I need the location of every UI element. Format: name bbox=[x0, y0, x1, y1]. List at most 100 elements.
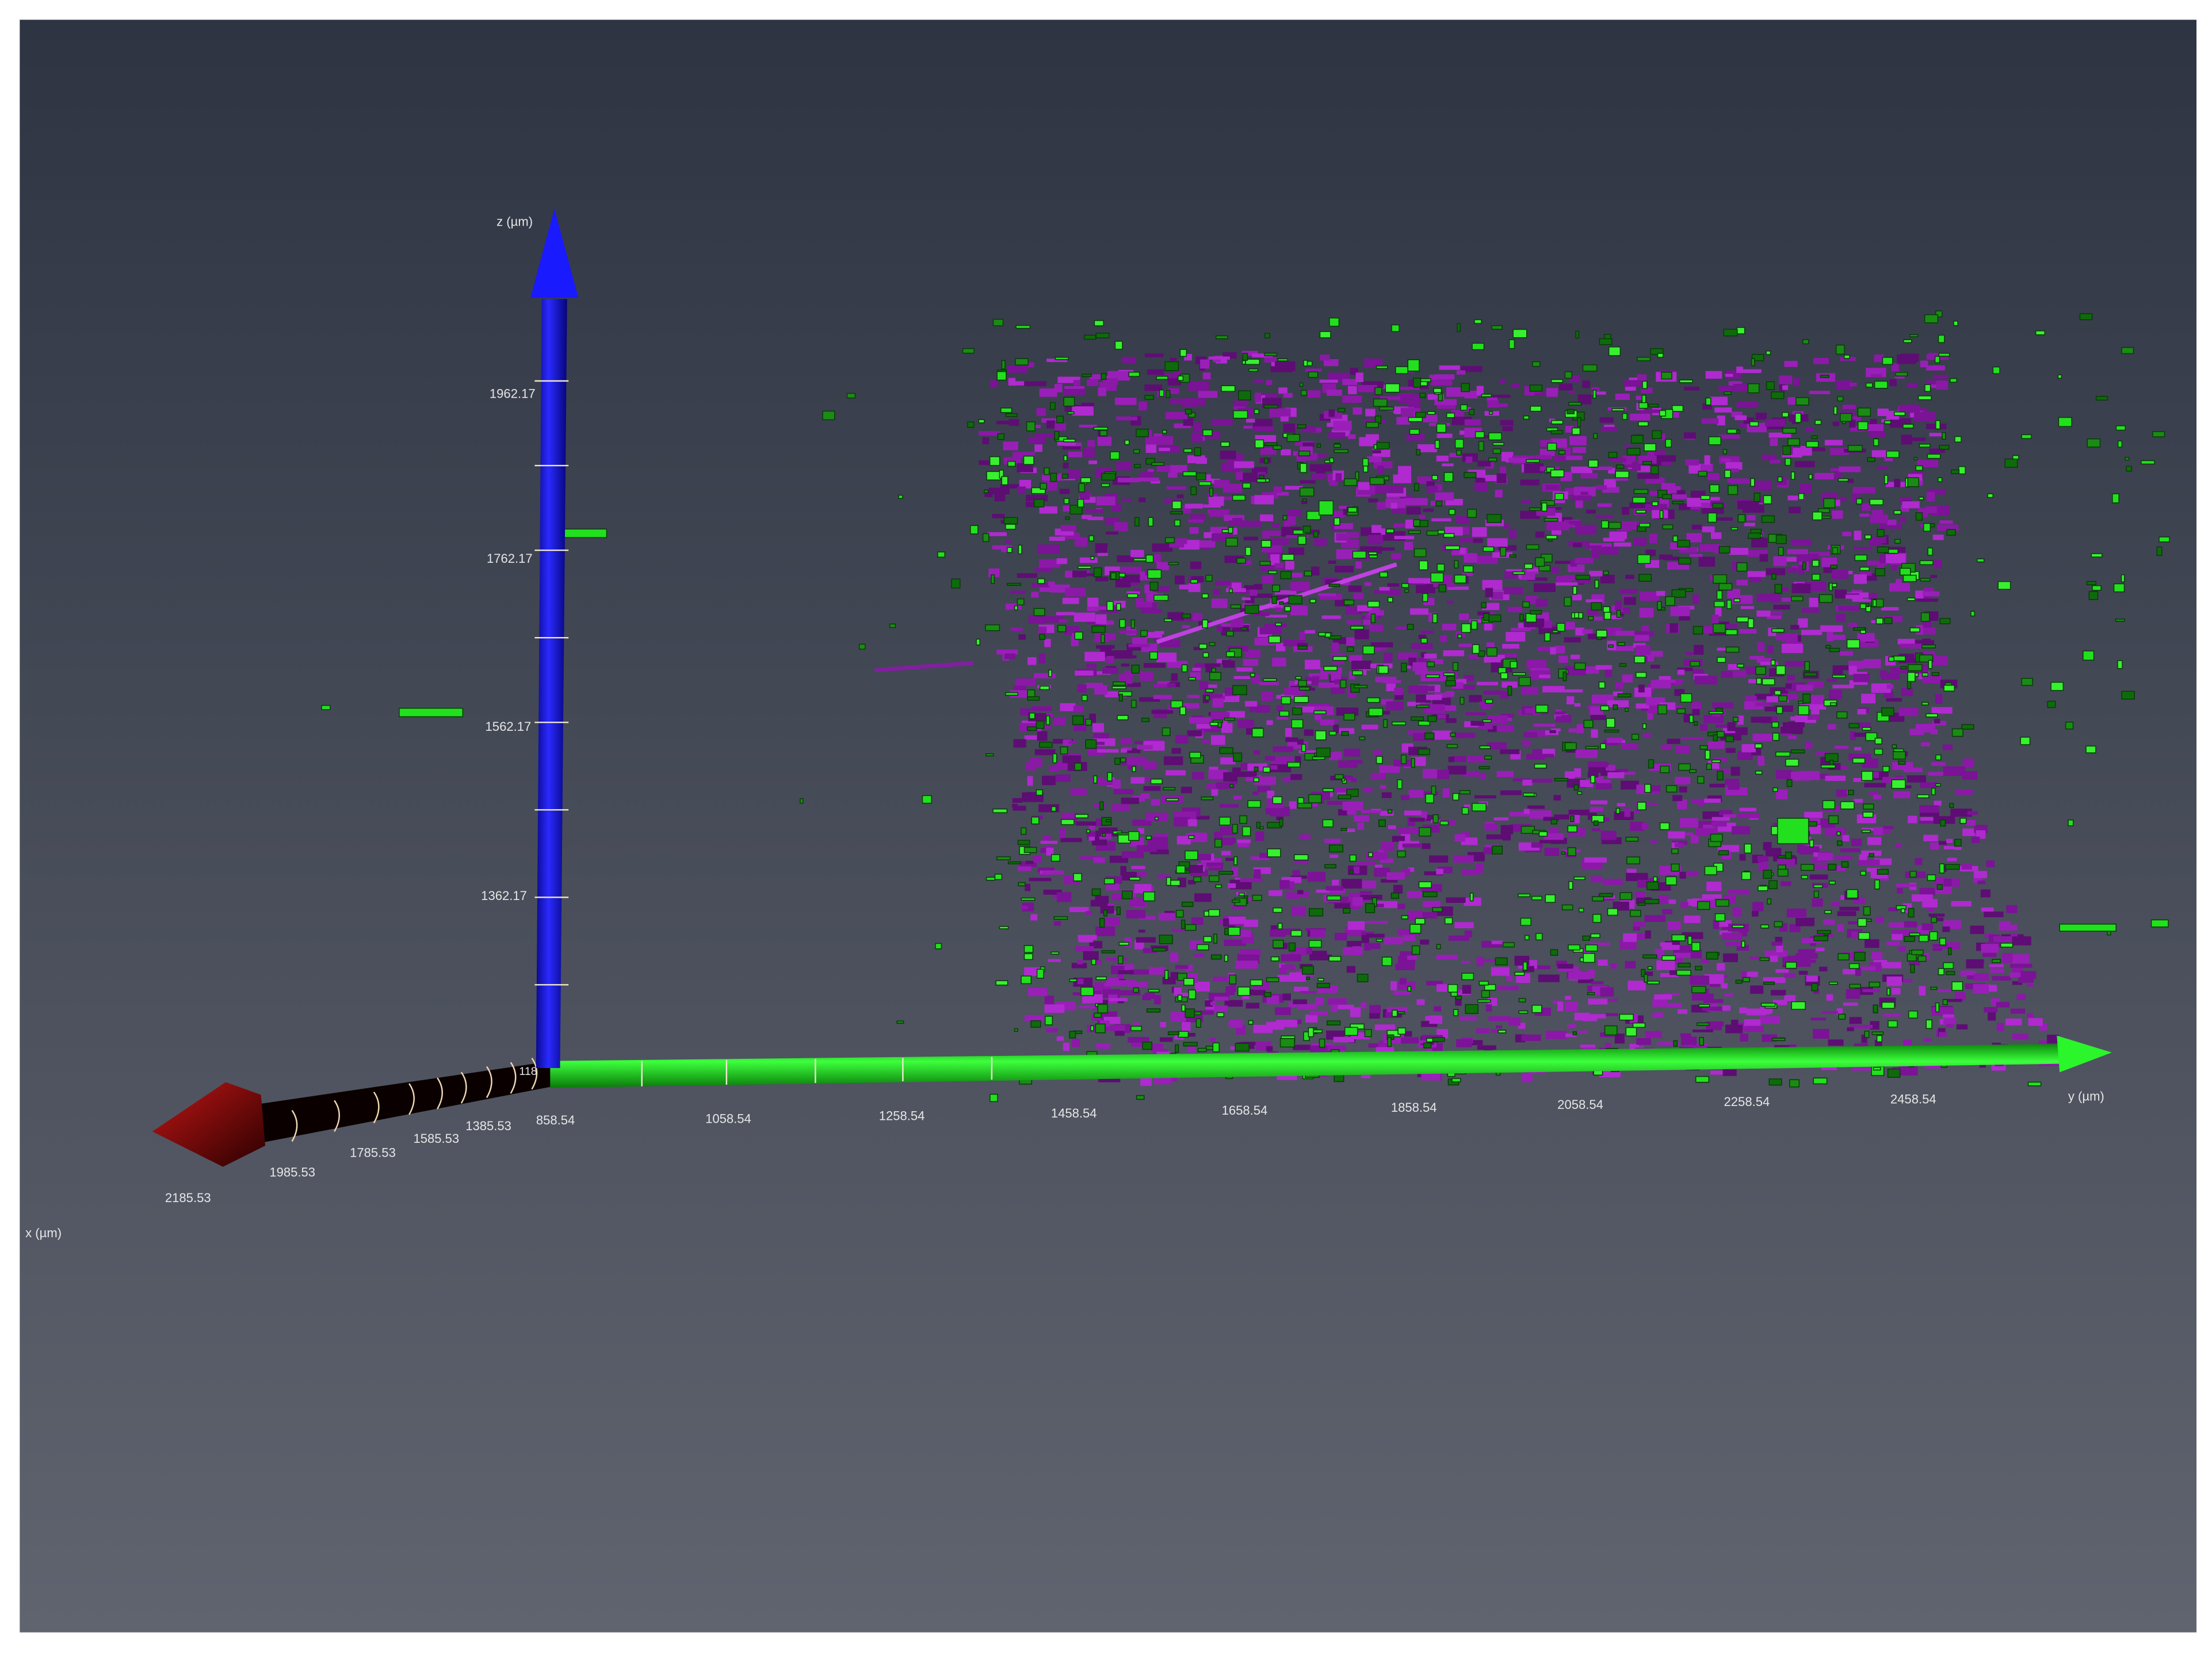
purple-voxel bbox=[1380, 785, 1386, 789]
green-voxel bbox=[1391, 324, 1400, 332]
purple-voxel bbox=[1886, 697, 1902, 702]
purple-voxel bbox=[1737, 751, 1753, 760]
purple-voxel bbox=[1781, 643, 1804, 653]
purple-voxel bbox=[1384, 936, 1403, 945]
green-voxel bbox=[1341, 731, 1349, 736]
purple-voxel bbox=[1277, 975, 1291, 982]
purple-voxel bbox=[2007, 924, 2018, 931]
3d-scene[interactable]: z (µm) y (µm) x (µm) 118 1962.17 1762.17… bbox=[0, 0, 2212, 1652]
green-voxel bbox=[1691, 942, 1701, 951]
purple-voxel bbox=[1893, 791, 1911, 798]
purple-voxel bbox=[1869, 431, 1885, 437]
purple-voxel bbox=[1692, 709, 1700, 716]
purple-voxel bbox=[1365, 943, 1381, 949]
purple-voxel bbox=[1056, 558, 1068, 565]
purple-voxel bbox=[1214, 996, 1229, 1001]
green-voxel bbox=[1352, 670, 1363, 676]
purple-voxel bbox=[1935, 694, 1943, 704]
purple-voxel bbox=[1565, 996, 1571, 1000]
purple-voxel bbox=[1165, 411, 1188, 420]
purple-voxel bbox=[1814, 472, 1834, 480]
purple-voxel bbox=[1956, 1024, 1968, 1029]
green-voxel bbox=[1747, 532, 1761, 539]
green-voxel bbox=[858, 643, 866, 650]
purple-voxel bbox=[1037, 544, 1060, 554]
purple-voxel bbox=[1140, 793, 1150, 799]
green-voxel bbox=[1436, 944, 1441, 949]
purple-voxel bbox=[1188, 583, 1201, 592]
purple-voxel bbox=[1073, 706, 1084, 712]
green-voxel bbox=[1178, 1031, 1189, 1038]
green-voxel bbox=[1425, 794, 1434, 804]
purple-voxel bbox=[1315, 997, 1324, 1006]
purple-voxel bbox=[1198, 391, 1218, 398]
green-voxel bbox=[1659, 822, 1670, 830]
purple-voxel bbox=[1853, 673, 1870, 682]
purple-voxel bbox=[1549, 730, 1556, 734]
purple-voxel bbox=[1057, 892, 1072, 902]
purple-voxel bbox=[1096, 1043, 1111, 1049]
purple-voxel bbox=[1739, 1007, 1747, 1014]
purple-voxel bbox=[1717, 963, 1725, 971]
purple-voxel bbox=[1170, 1012, 1186, 1022]
green-voxel bbox=[1488, 432, 1502, 441]
purple-voxel bbox=[1599, 417, 1614, 423]
green-voxel bbox=[1435, 500, 1443, 507]
purple-voxel bbox=[1008, 419, 1019, 426]
green-voxel bbox=[1438, 584, 1446, 593]
purple-voxel bbox=[1233, 676, 1251, 680]
purple-voxel bbox=[1220, 450, 1236, 460]
purple-voxel bbox=[1176, 494, 1184, 498]
purple-voxel bbox=[1871, 450, 1888, 457]
green-voxel bbox=[1856, 498, 1863, 505]
purple-voxel bbox=[1353, 897, 1363, 906]
green-voxel bbox=[935, 943, 942, 949]
3d-volume-viewport[interactable]: z (µm) y (µm) x (µm) 118 1962.17 1762.17… bbox=[0, 0, 2212, 1652]
purple-voxel bbox=[1367, 456, 1382, 463]
green-voxel bbox=[1828, 880, 1836, 885]
green-voxel bbox=[1904, 936, 1915, 942]
purple-voxel bbox=[1798, 618, 1808, 628]
purple-voxel bbox=[1348, 386, 1357, 395]
purple-voxel bbox=[1143, 761, 1157, 769]
purple-voxel bbox=[1500, 790, 1522, 795]
purple-voxel bbox=[2010, 964, 2033, 968]
purple-voxel bbox=[1311, 473, 1327, 479]
purple-voxel bbox=[1811, 706, 1820, 715]
purple-voxel bbox=[1721, 671, 1733, 678]
purple-voxel bbox=[1675, 679, 1684, 682]
purple-voxel bbox=[1639, 608, 1654, 618]
purple-voxel bbox=[1610, 963, 1617, 969]
purple-voxel bbox=[1765, 419, 1786, 427]
green-voxel bbox=[1232, 494, 1246, 501]
purple-voxel bbox=[1423, 508, 1434, 512]
purple-voxel bbox=[1138, 929, 1145, 933]
green-voxel bbox=[1785, 851, 1792, 859]
purple-voxel bbox=[1144, 776, 1151, 781]
green-voxel bbox=[1935, 783, 1941, 787]
green-voxel bbox=[1666, 785, 1678, 793]
purple-voxel bbox=[1650, 840, 1658, 844]
purple-voxel bbox=[1219, 804, 1239, 808]
green-voxel bbox=[1715, 899, 1729, 907]
purple-voxel bbox=[1171, 929, 1186, 932]
green-voxel bbox=[1672, 405, 1684, 412]
purple-voxel bbox=[1920, 742, 1930, 746]
purple-voxel bbox=[1060, 525, 1076, 532]
green-voxel bbox=[1959, 818, 1967, 824]
purple-voxel bbox=[1621, 780, 1639, 790]
green-voxel bbox=[991, 574, 995, 584]
purple-voxel bbox=[1361, 1002, 1367, 1009]
purple-voxel bbox=[1396, 417, 1410, 425]
purple-voxel bbox=[1192, 612, 1202, 621]
green-voxel bbox=[2115, 425, 2126, 431]
green-voxel bbox=[1273, 445, 1282, 450]
purple-voxel bbox=[1916, 723, 1935, 733]
purple-voxel bbox=[1374, 1024, 1396, 1031]
purple-voxel bbox=[1907, 775, 1926, 783]
purple-voxel bbox=[1039, 388, 1057, 397]
purple-voxel bbox=[1915, 590, 1924, 599]
green-voxel bbox=[1148, 989, 1160, 993]
purple-voxel bbox=[1709, 783, 1725, 788]
green-voxel bbox=[1202, 619, 1209, 628]
